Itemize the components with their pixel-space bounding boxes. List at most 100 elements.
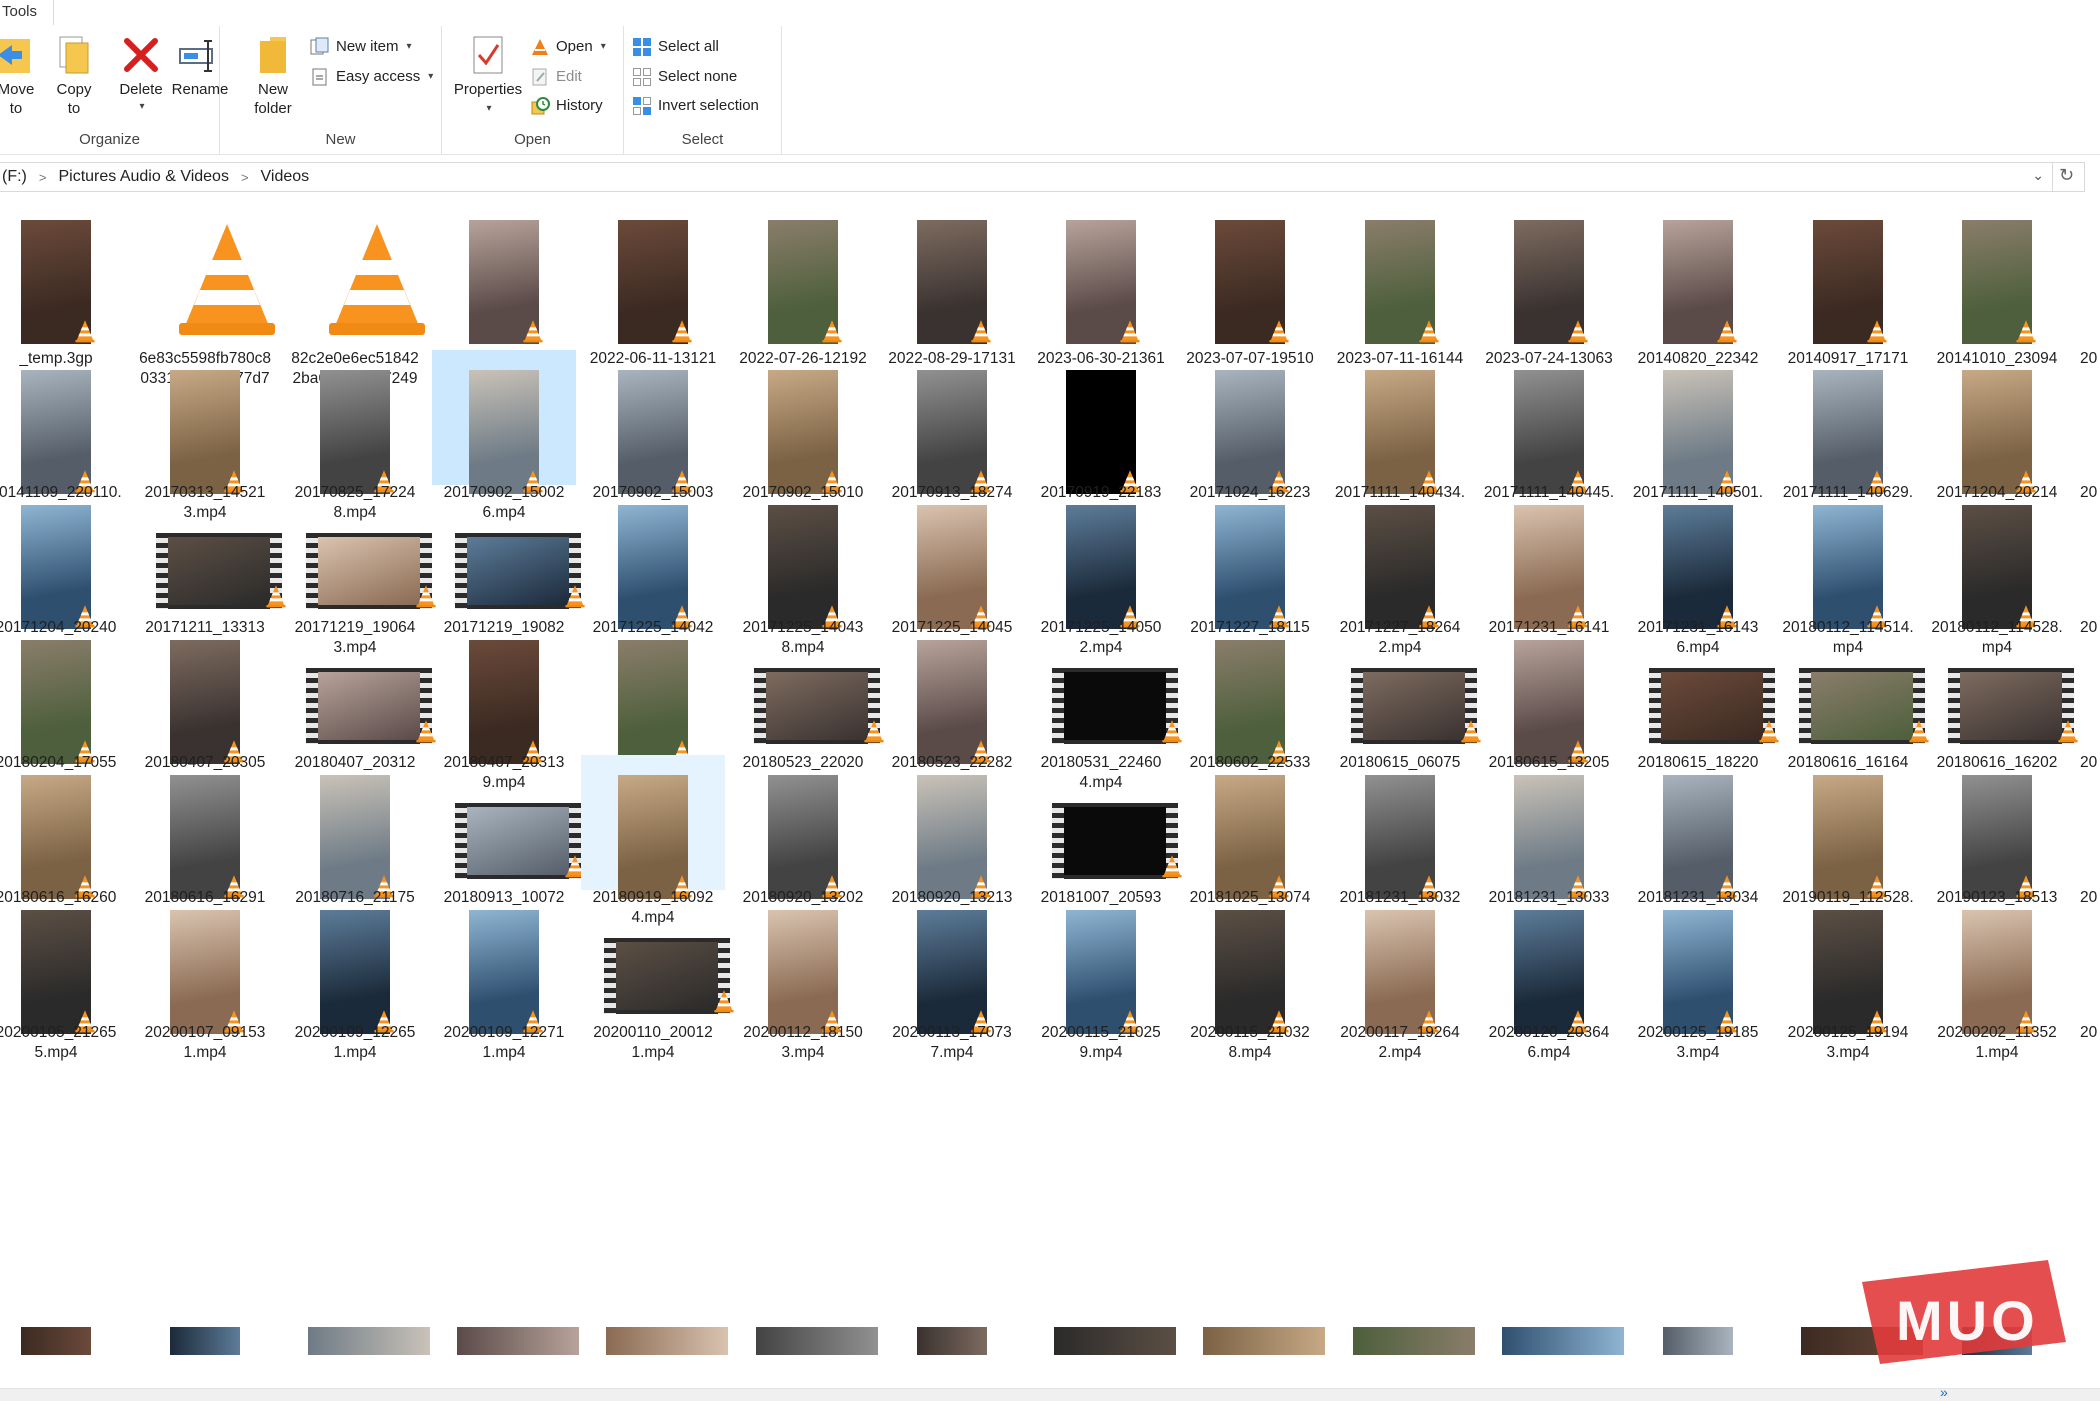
video-thumbnail-partial[interactable]: [21, 1327, 91, 1355]
file-item[interactable]: 2023-07-07-195108181.mp4: [1178, 200, 1322, 387]
file-item[interactable]: 2022-08-29-171318435.mp4: [880, 200, 1024, 387]
file-item[interactable]: 20171219_190822.mp4: [432, 485, 585, 656]
file-item[interactable]: 20171227_181152.mp4: [1178, 485, 1322, 656]
file-item[interactable]: 20200202_113521.mp4: [1925, 890, 2069, 1061]
file-item[interactable]: 20171211_133130.mp4: [133, 485, 286, 656]
file-item[interactable]: 20200115_210328.mp4: [1178, 890, 1322, 1061]
file-item[interactable]: 498a88c002e3da435805af2cebbccdb7.mp4: [432, 200, 576, 407]
file-item[interactable]: 20171219_190643.mp4: [283, 485, 436, 656]
breadcrumb-videos[interactable]: Videos: [261, 168, 310, 186]
file-item[interactable]: 20190119_112528.mp4: [1776, 755, 1920, 926]
file-item[interactable]: 20180615_132058.mp4: [1477, 620, 1621, 791]
file-item[interactable]: 20180716_211759.mp4: [283, 755, 427, 926]
file-item[interactable]: 20180616_161640.mp4: [1776, 620, 1929, 791]
file-item[interactable]: 20170825_172248.mp4: [283, 350, 427, 521]
file-item[interactable]: 20200125_191943.mp4: [1776, 890, 1920, 1061]
file-item[interactable]: 20171225_140429.mp4: [581, 485, 725, 656]
file-item[interactable]: 20171111_140445.mp4: [1477, 350, 1621, 521]
file-item[interactable]: 2023-07-11-161444893.mp4: [1328, 200, 1472, 387]
refresh-button[interactable]: ↻: [2052, 162, 2083, 192]
file-item[interactable]: 20140820_223421.mp4: [1626, 200, 1770, 387]
file-item[interactable]: 20170313_145213.mp4: [133, 350, 277, 521]
file-item[interactable]: _temp.3gp: [0, 200, 128, 367]
file-item[interactable]: 2023-06-30-213619780.mp4: [1029, 200, 1173, 387]
file-item[interactable]: 20180504_220418.mp4: [581, 620, 725, 791]
edit-button[interactable]: Edit: [530, 64, 582, 90]
file-item[interactable]: 20200115_210259.mp4: [1029, 890, 1173, 1061]
file-item[interactable]: 20200112_181503.mp4: [731, 890, 875, 1061]
file-item[interactable]: 20171204_202404.mp4: [0, 485, 128, 656]
new-folder-button[interactable]: New folder: [248, 32, 298, 118]
delete-button[interactable]: Delete ▾: [116, 32, 166, 116]
video-thumbnail-partial[interactable]: [1203, 1327, 1325, 1355]
file-item[interactable]: 20171111_140629.mp4: [1776, 350, 1920, 521]
file-item[interactable]: 20180531_224604.mp4: [1029, 620, 1182, 791]
file-item[interactable]: 20171024_162235.mp4: [1178, 350, 1322, 521]
file-item[interactable]: 20200117_192642.mp4: [1328, 890, 1472, 1061]
file-item[interactable]: 20180523_222822.mp4: [880, 620, 1024, 791]
file-item[interactable]: 20181025_130744.mp4: [1178, 755, 1322, 926]
select-none-button[interactable]: Select none: [632, 64, 737, 90]
file-item[interactable]: 20180919_160924.mp4: [581, 755, 725, 926]
file-item[interactable]: 20200125_191853.mp4: [1626, 890, 1770, 1061]
video-thumbnail-partial[interactable]: [756, 1327, 878, 1355]
file-item[interactable]: 20180523_220209.mp4: [731, 620, 884, 791]
file-item[interactable]: 20200120_203646.mp4: [1477, 890, 1621, 1061]
file-item[interactable]: 20180204_170557.mp4: [0, 620, 128, 791]
file-item[interactable]: 20171225_140450.mp4: [880, 485, 1024, 656]
video-thumbnail-partial[interactable]: [170, 1327, 240, 1355]
file-item[interactable]: 20180407_203139.mp4: [432, 620, 576, 791]
new-item-button[interactable]: New item ▾: [310, 34, 412, 60]
video-thumbnail-partial[interactable]: [457, 1327, 579, 1355]
file-item[interactable]: 20180112_114528.mp4: [1925, 485, 2069, 656]
easy-access-button[interactable]: Easy access ▾: [310, 64, 433, 90]
file-item[interactable]: 20171111_140434.mp4: [1328, 350, 1472, 521]
breadcrumb-separator-icon[interactable]: >: [241, 170, 249, 185]
file-item[interactable]: 20180407_203059.mp4: [133, 620, 277, 791]
file-item[interactable]: 20181231_130346.mp4: [1626, 755, 1770, 926]
file-item[interactable]: 20171225_140438.mp4: [731, 485, 875, 656]
file-item[interactable]: 20200113_170737.mp4: [880, 890, 1024, 1061]
select-all-button[interactable]: Select all: [632, 34, 719, 60]
file-item[interactable]: 20200110_200121.mp4: [581, 890, 734, 1061]
file-item[interactable]: 20170913_182746.mp4: [880, 350, 1024, 521]
file-item[interactable]: 20180920_132024.mp4: [731, 755, 875, 926]
address-bar[interactable]: (F:) > Pictures Audio & Videos > Videos …: [0, 162, 2085, 192]
video-thumbnail-partial[interactable]: [1353, 1327, 1475, 1355]
invert-selection-button[interactable]: Invert selection: [632, 93, 759, 119]
file-item[interactable]: 20171231_161436.mp4: [1626, 485, 1770, 656]
rename-button[interactable]: Rename: [170, 32, 230, 99]
file-item[interactable]: 20170902_150107.mp4: [731, 350, 875, 521]
file-item[interactable]: 20171225_140502.mp4: [1029, 485, 1173, 656]
file-item[interactable]: 82c2e0e6ec518422ba6f8a8d3b724921.mp4: [283, 200, 427, 407]
video-thumbnail-partial[interactable]: [1663, 1327, 1733, 1355]
file-item[interactable]: 20170902_150026.mp4: [432, 350, 576, 521]
horizontal-scrollbar[interactable]: [0, 1388, 2100, 1401]
file-item[interactable]: 20180616_162602.mp4: [0, 755, 128, 926]
breadcrumb-pictures-audio-videos[interactable]: Pictures Audio & Videos: [58, 168, 228, 186]
file-item[interactable]: 20141010_230942.mp4: [1925, 200, 2069, 387]
file-item[interactable]: 20180615_182207.mp4: [1626, 620, 1779, 791]
history-button[interactable]: History: [530, 93, 603, 119]
file-item[interactable]: 20200107_091531.mp4: [133, 890, 277, 1061]
video-thumbnail-partial[interactable]: [917, 1327, 987, 1355]
file-item[interactable]: 20200109_122651.mp4: [283, 890, 427, 1061]
file-item[interactable]: 20180920_132130.mp4: [880, 755, 1024, 926]
file-item[interactable]: 20200109_122711.mp4: [432, 890, 576, 1061]
file-item[interactable]: 20180616_162919.mp4: [133, 755, 277, 926]
file-item[interactable]: 20171204_202143.mp4: [1925, 350, 2069, 521]
file-item[interactable]: 20190123_185139.mp4: [1925, 755, 2069, 926]
move-to-button[interactable]: Move to: [0, 32, 38, 118]
file-item[interactable]: 6e83c5598fb780c80331468121977d7e.mp4: [133, 200, 277, 407]
file-item[interactable]: 20180616_162028.mp4: [1925, 620, 2078, 791]
file-item[interactable]: 20180602_225336.mp4: [1178, 620, 1322, 791]
file-item[interactable]: 2023-07-24-130632092.mp4: [1477, 200, 1621, 387]
file-item[interactable]: 20170902_150038.mp4: [581, 350, 725, 521]
breadcrumb-separator-icon[interactable]: >: [39, 170, 47, 185]
tab-tools[interactable]: Tools: [0, 0, 54, 25]
file-item[interactable]: 20141109_220110.mp4: [0, 350, 128, 521]
video-thumbnail-partial[interactable]: [308, 1327, 430, 1355]
file-item[interactable]: 20171231_161418.mp4: [1477, 485, 1621, 656]
video-thumbnail-partial[interactable]: [1502, 1327, 1624, 1355]
video-thumbnail-partial[interactable]: [1054, 1327, 1176, 1355]
